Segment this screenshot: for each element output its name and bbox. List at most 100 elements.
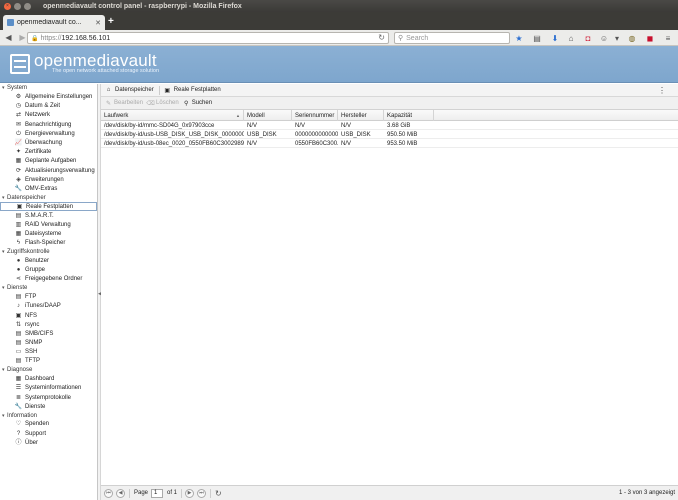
sidebar-item-erweiterungen[interactable]: ◈ Erweiterungen bbox=[0, 175, 97, 184]
sidebar-item-rsync[interactable]: ⇅ rsync bbox=[0, 320, 97, 329]
tree-group-zugriffskontrolle[interactable]: ▾ Zugriffskontrolle bbox=[0, 248, 97, 257]
sidebar-item-flash-speicher[interactable]: ϟ Flash-Speicher bbox=[0, 239, 97, 248]
update-icon: ⟳ bbox=[15, 167, 22, 174]
sidebar-item-datum-zeit[interactable]: ◷ Datum & Zeit bbox=[0, 102, 97, 111]
sidebar-item-itunes-daap[interactable]: ♪ iTunes/DAAP bbox=[0, 302, 97, 311]
browser-tab[interactable]: openmediavault co... ✕ bbox=[3, 15, 105, 30]
more-options-icon[interactable]: ⋮ bbox=[658, 86, 666, 95]
column-header-vendor[interactable]: Hersteller bbox=[338, 110, 384, 121]
sidebar-item-aktualisierungsverwaltung[interactable]: ⟳ Aktualisierungsverwaltung bbox=[0, 166, 97, 175]
first-page-icon[interactable]: ⏮ bbox=[104, 488, 113, 498]
sidebar-item-s-m-a-r-t[interactable]: ▤ S.M.A.R.T. bbox=[0, 211, 97, 220]
ublock-icon[interactable]: ◼ bbox=[645, 33, 655, 43]
heart-icon: ♡ bbox=[15, 421, 22, 428]
nfs-icon: ▣ bbox=[15, 312, 22, 319]
sidebar-item-omv-extras[interactable]: 🔧 OMV-Extras bbox=[0, 184, 97, 193]
sidebar-item-systeminformationen[interactable]: ☰ Systeminformationen bbox=[0, 384, 97, 393]
cell-serial: 00000000000000... bbox=[295, 131, 338, 138]
tree-group-dienste[interactable]: ▾ Dienste bbox=[0, 284, 97, 293]
table-row[interactable]: /dev/disk/by-id/usb-USB_DISK_USB_DISK_00… bbox=[101, 130, 678, 139]
sidebar-item-netzwerk[interactable]: ⇄ Netzwerk bbox=[0, 111, 97, 120]
tab-title: openmediavault co... bbox=[17, 19, 82, 26]
wipe-button[interactable]: ⌫ Löschen bbox=[146, 100, 178, 107]
tree-group-diagnose[interactable]: ▾ Diagnose bbox=[0, 366, 97, 375]
search-input[interactable]: ⚲ Search bbox=[394, 32, 510, 44]
bookmark-star-icon[interactable]: ★ bbox=[514, 33, 524, 43]
sidebar-item-ber[interactable]: ⓘ Über bbox=[0, 438, 97, 447]
refresh-icon[interactable]: ↻ bbox=[215, 489, 222, 498]
breadcrumb-home[interactable]: ⌂ Datenspeicher bbox=[105, 87, 154, 94]
insecure-lock-icon[interactable]: 🔒 bbox=[31, 35, 38, 42]
tree-group-label: Diagnose bbox=[7, 367, 33, 374]
table-row[interactable]: /dev/disk/by-id/mmc-SD04G_0x97903cce N/V… bbox=[101, 121, 678, 130]
column-header-model[interactable]: Modell bbox=[244, 110, 292, 121]
sidebar-item-geplante-aufgaben[interactable]: ▦ Geplante Aufgaben bbox=[0, 157, 97, 166]
sidebar-item-systemprotokolle[interactable]: ≣ Systemprotokolle bbox=[0, 393, 97, 402]
sidebar-item-nfs[interactable]: ▣ NFS bbox=[0, 311, 97, 320]
tree-group-label: System bbox=[7, 85, 28, 92]
brand-tagline: The open network attached storage soluti… bbox=[52, 68, 160, 74]
home-icon[interactable]: ⌂ bbox=[566, 33, 576, 43]
prev-page-icon[interactable]: ◀ bbox=[116, 488, 125, 498]
sidebar-item-ftp[interactable]: ▤ FTP bbox=[0, 293, 97, 302]
hamburger-menu-icon[interactable]: ≡ bbox=[663, 33, 673, 43]
sidebar-item-label: Datum & Zeit bbox=[25, 103, 61, 110]
sidebar-item-dashboard[interactable]: ▦ Dashboard bbox=[0, 375, 97, 384]
extension-icon[interactable]: ◍ bbox=[627, 33, 637, 43]
filesystem-icon: ▦ bbox=[15, 231, 22, 238]
back-arrow-icon[interactable]: ◀ bbox=[3, 32, 14, 43]
sidebar-item-berwachung[interactable]: 📈 Überwachung bbox=[0, 138, 97, 147]
sidebar-item-dateisysteme[interactable]: ▦ Dateisysteme bbox=[0, 230, 97, 239]
table-row[interactable]: /dev/disk/by-id/usb-08ec_0020_0550FB60C3… bbox=[101, 139, 678, 148]
sidebar-item-tftp[interactable]: ▤ TFTP bbox=[0, 357, 97, 366]
tree-group-information[interactable]: ▾ Information bbox=[0, 411, 97, 420]
window-maximize-button[interactable] bbox=[24, 2, 31, 10]
sidebar-item-smb-cifs[interactable]: ▤ SMB/CIFS bbox=[0, 329, 97, 338]
disk-grid: Laufwerk ▲ Modell Seriennummer Hersteller… bbox=[101, 110, 678, 148]
tree-group-system[interactable]: ▾ System bbox=[0, 84, 97, 93]
sidebar-item-support[interactable]: ? Support bbox=[0, 429, 97, 438]
sidebar-item-energieverwaltung[interactable]: ⏻ Energieverwaltung bbox=[0, 129, 97, 138]
sidebar-item-label: OMV-Extras bbox=[25, 185, 58, 192]
next-page-icon[interactable]: ▶ bbox=[185, 488, 195, 498]
sidebar-item-label: SNMP bbox=[25, 340, 43, 347]
snmp-icon: ▤ bbox=[15, 340, 22, 347]
edit-button[interactable]: ✎ Bearbeiten bbox=[105, 100, 143, 107]
tree-group-datenspeicher[interactable]: ▾ Datenspeicher bbox=[0, 194, 97, 203]
search-placeholder: Search bbox=[406, 34, 429, 42]
column-header-capacity[interactable]: Kapazität bbox=[384, 110, 434, 121]
sidebar-item-benachrichtigung[interactable]: ✉ Benachrichtigung bbox=[0, 120, 97, 129]
emoji-dropdown-icon[interactable]: ▾ bbox=[612, 33, 622, 43]
download-icon[interactable]: ⬇ bbox=[550, 33, 560, 43]
sidebar-item-freigegebene-ordner[interactable]: ⋖ Freigegebene Ordner bbox=[0, 275, 97, 284]
window-minimize-button[interactable] bbox=[14, 2, 21, 10]
breadcrumb-current[interactable]: ▣ Reale Festplatten bbox=[164, 87, 220, 94]
sidebar-item-allgemeine-einstellungen[interactable]: ⚙ Allgemeine Einstellungen bbox=[0, 93, 97, 102]
sidebar-item-gruppe[interactable]: ● Gruppe bbox=[0, 266, 97, 275]
sidebar-item-snmp[interactable]: ▤ SNMP bbox=[0, 339, 97, 348]
sidebar-item-ssh[interactable]: ▭ SSH bbox=[0, 348, 97, 357]
sidebar-item-spenden[interactable]: ♡ Spenden bbox=[0, 420, 97, 429]
sidebar-item-zertifikate[interactable]: ✦ Zertifikate bbox=[0, 148, 97, 157]
last-page-icon[interactable]: ⏭ bbox=[197, 488, 207, 498]
url-bar[interactable]: 🔒 https:// 192.168.56.101 ↻ bbox=[27, 32, 389, 44]
bookmarks-list-icon[interactable]: ▤ bbox=[532, 33, 542, 43]
edit-icon: ✎ bbox=[105, 100, 112, 107]
page-number-input[interactable]: 1 bbox=[151, 488, 164, 498]
emoji-icon[interactable]: ☺ bbox=[599, 33, 609, 43]
window-close-button[interactable]: × bbox=[4, 2, 11, 10]
terminal-icon: ▭ bbox=[15, 349, 22, 356]
column-header-drive[interactable]: Laufwerk ▲ bbox=[101, 110, 244, 121]
scan-button[interactable]: ⚲ Suchen bbox=[183, 100, 212, 107]
tab-close-icon[interactable]: ✕ bbox=[95, 19, 101, 27]
sidebar-item-raid-verwaltung[interactable]: ▥ RAID Verwaltung bbox=[0, 220, 97, 229]
reload-icon[interactable]: ↻ bbox=[378, 33, 385, 42]
sidebar-item-dienste[interactable]: 🔧 Dienste bbox=[0, 402, 97, 411]
new-tab-button[interactable]: + bbox=[108, 16, 114, 28]
column-header-serial[interactable]: Seriennummer bbox=[292, 110, 338, 121]
pocket-icon[interactable]: ◘ bbox=[583, 33, 593, 43]
pager-divider bbox=[129, 488, 130, 498]
sidebar-item-benutzer[interactable]: ● Benutzer bbox=[0, 257, 97, 266]
sidebar-item-reale-festplatten[interactable]: ▣ Reale Festplatten bbox=[0, 202, 97, 212]
tree-group-label: Information bbox=[7, 412, 38, 419]
